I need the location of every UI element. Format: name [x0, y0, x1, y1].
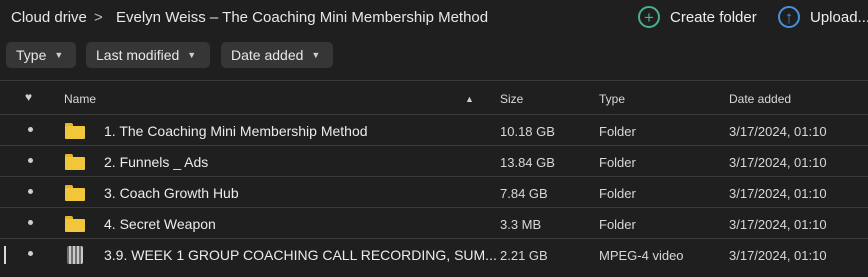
file-date-added: 3/17/2024, 01:10 [729, 217, 827, 232]
file-name: 3.9. WEEK 1 GROUP COACHING CALL RECORDIN… [104, 247, 497, 263]
top-bar: Cloud drive > Evelyn Weiss – The Coachin… [0, 0, 868, 36]
status-dot-icon [28, 127, 33, 132]
file-date-added: 3/17/2024, 01:10 [729, 186, 827, 201]
column-header-date-added[interactable]: Date added [729, 92, 791, 106]
column-header-type[interactable]: Type [599, 92, 625, 106]
file-name: 4. Secret Weapon [104, 216, 216, 232]
file-size: 2.21 GB [500, 248, 548, 263]
column-header-size[interactable]: Size [500, 92, 523, 106]
file-type: MPEG-4 video [599, 248, 684, 263]
file-date-added: 3/17/2024, 01:10 [729, 124, 827, 139]
favorite-column-heart-icon[interactable]: ♥ [25, 90, 32, 104]
file-date-added: 3/17/2024, 01:10 [729, 248, 827, 263]
upload-arrow-icon: ↑ [778, 6, 800, 28]
file-type: Folder [599, 217, 636, 232]
column-header-name[interactable]: Name [64, 92, 96, 106]
chevron-down-icon: ▼ [54, 50, 64, 60]
breadcrumb-separator-icon: > [94, 9, 103, 26]
upload-label: Upload... [810, 8, 868, 26]
folder-icon [65, 123, 85, 139]
file-name: 2. Funnels _ Ads [104, 154, 209, 170]
folder-icon [65, 216, 85, 232]
filter-last-modified-label: Last modified [96, 47, 180, 63]
folder-icon [65, 185, 85, 201]
status-dot-icon [28, 189, 33, 194]
table-row[interactable]: 3.9. WEEK 1 GROUP COACHING CALL RECORDIN… [0, 238, 868, 269]
file-name: 3. Coach Growth Hub [104, 185, 239, 201]
filter-date-added-label: Date added [231, 47, 304, 63]
create-folder-label: Create folder [670, 8, 757, 26]
breadcrumb-root[interactable]: Cloud drive [11, 9, 87, 26]
table-row[interactable]: 4. Secret Weapon 3.3 MB Folder 3/17/2024… [0, 207, 868, 238]
file-date-added: 3/17/2024, 01:10 [729, 155, 827, 170]
file-type: Folder [599, 124, 636, 139]
table-row[interactable]: 3. Coach Growth Hub 7.84 GB Folder 3/17/… [0, 176, 868, 207]
chevron-down-icon: ▼ [187, 50, 197, 60]
chevron-down-icon: ▼ [311, 50, 321, 60]
create-folder-button[interactable]: + Create folder [638, 6, 757, 28]
plus-circle-icon: + [638, 6, 660, 28]
status-dot-icon [28, 220, 33, 225]
table-row[interactable]: 1. The Coaching Mini Membership Method 1… [0, 114, 868, 145]
status-dot-icon [28, 251, 33, 256]
sort-ascending-icon[interactable]: ▲ [465, 94, 474, 104]
folder-icon [65, 154, 85, 170]
filter-bar: Type ▼ Last modified ▼ Date added ▼ [0, 42, 868, 68]
file-size: 10.18 GB [500, 124, 555, 139]
file-size: 3.3 MB [500, 217, 542, 232]
file-type: Folder [599, 186, 636, 201]
status-dot-icon [28, 158, 33, 163]
file-type: Folder [599, 155, 636, 170]
filter-type-label: Type [16, 47, 47, 63]
filter-last-modified-dropdown[interactable]: Last modified ▼ [86, 42, 210, 68]
upload-button[interactable]: ↑ Upload... [778, 6, 868, 28]
table-row[interactable]: 2. Funnels _ Ads 13.84 GB Folder 3/17/20… [0, 145, 868, 176]
file-name: 1. The Coaching Mini Membership Method [104, 123, 368, 139]
file-list: 1. The Coaching Mini Membership Method 1… [0, 114, 868, 269]
file-size: 13.84 GB [500, 155, 555, 170]
divider [0, 80, 868, 81]
file-size: 7.84 GB [500, 186, 548, 201]
breadcrumb-current: Evelyn Weiss – The Coaching Mini Members… [116, 9, 489, 26]
filter-date-added-dropdown[interactable]: Date added ▼ [221, 42, 333, 68]
video-thumbnail-icon [65, 246, 85, 264]
filter-type-dropdown[interactable]: Type ▼ [6, 42, 76, 68]
table-header: ♥ Name ▲ Size Type Date added [0, 82, 868, 114]
